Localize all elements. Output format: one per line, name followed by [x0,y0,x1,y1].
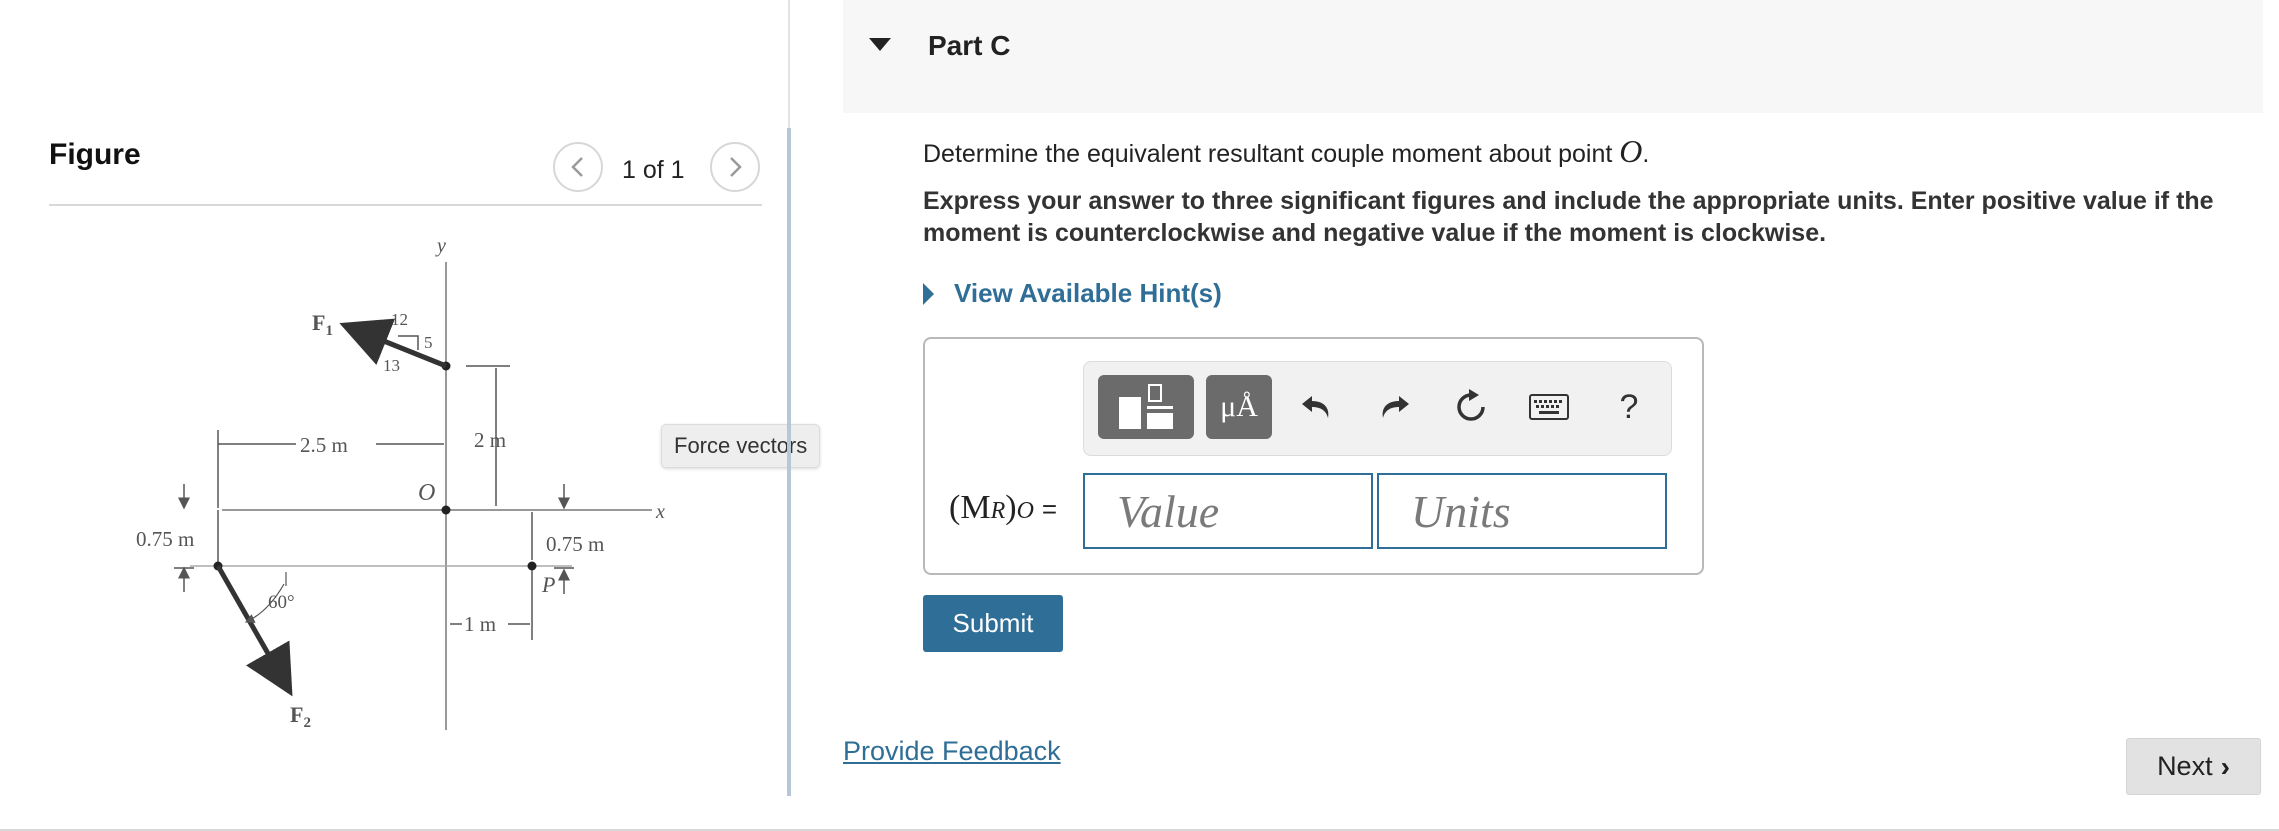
chevron-right-icon: › [2220,750,2230,782]
templates-icon [1119,384,1173,429]
y-axis-label: y [435,235,446,257]
view-hints-label: View Available Hint(s) [954,278,1222,308]
units-button[interactable]: μÅ [1206,375,1272,439]
figure-tooltip: Force vectors [661,424,821,468]
question-suffix: . [1642,140,1650,168]
dim-1m-label: 1 m [464,612,496,636]
figure-title: Figure [49,138,141,171]
next-label: Next [2157,751,2213,781]
view-hints-toggle[interactable]: View Available Hint(s) [923,278,1222,309]
collapse-caret-icon[interactable] [869,38,891,51]
f1-label: F1 [312,310,333,339]
x-axis-label: x [655,501,665,523]
reset-icon [1457,389,1485,421]
figure-pagination: 1 of 1 [622,156,685,184]
part-header[interactable]: Part C [843,0,2263,113]
slope-label-12: 12 [391,310,408,329]
force-vectors-diagram: y x O F1 12 5 13 2.5 m 2 m 0.75 m 60° F2… [136,235,665,731]
answer-box: μÅ ? (MR)O = Value Units [923,337,1704,575]
panel-divider-top [788,0,790,128]
f2-arrow [215,564,293,697]
question-point-variable: O [1619,133,1643,169]
undo-button[interactable] [1292,382,1342,432]
label-close: ) [1005,489,1017,526]
help-button[interactable]: ? [1604,382,1654,432]
dim-0-75m-left-label: 0.75 m [136,527,194,551]
keyboard-button[interactable] [1519,382,1579,432]
label-main: (M [949,489,991,526]
value-input[interactable] [1083,473,1373,549]
undo-icon [1302,396,1329,418]
point-p [527,561,537,571]
origin-label: O [418,480,435,506]
f2-label: F2 [290,702,311,731]
part-title: Part C [928,30,1011,61]
label-equals: = [1041,494,1058,524]
keyboard-icon [1529,394,1569,420]
dim-2m-label: 2 m [474,428,506,452]
chevron-left-icon [571,157,583,177]
next-figure-button[interactable] [710,142,760,192]
redo-icon [1382,396,1409,418]
angle-60-label: 60° [268,592,295,613]
dim-2-5m-label: 2.5 m [300,433,348,457]
math-toolbar: μÅ ? [1083,361,1672,456]
previous-figure-button[interactable] [553,142,603,192]
moment-variable-label: (MR)O = [949,489,1057,527]
units-input[interactable] [1377,473,1667,549]
question-text: Determine the equivalent resultant coupl… [923,133,1649,170]
reset-button[interactable] [1446,382,1496,432]
panel-divider [787,128,791,796]
slope-label-5: 5 [424,333,433,352]
provide-feedback-link[interactable]: Provide Feedback [843,736,1061,767]
next-button[interactable]: Next › [2126,738,2261,795]
submit-button[interactable]: Submit [923,595,1063,652]
answer-instructions: Express your answer to three significant… [923,187,2214,247]
redo-button[interactable] [1369,382,1419,432]
label-sub-r: R [990,498,1006,524]
origin-point [441,505,451,515]
templates-button[interactable] [1098,375,1194,439]
chevron-right-icon [730,157,742,177]
figure-divider [49,204,762,206]
dim-0-75m-right-label: 0.75 m [546,532,604,556]
label-sub-o: O [1016,498,1034,524]
point-p-label: P [541,572,555,597]
question-prefix: Determine the equivalent resultant coupl… [923,140,1620,168]
slope-label-13: 13 [383,356,400,375]
expand-caret-icon [923,282,934,305]
